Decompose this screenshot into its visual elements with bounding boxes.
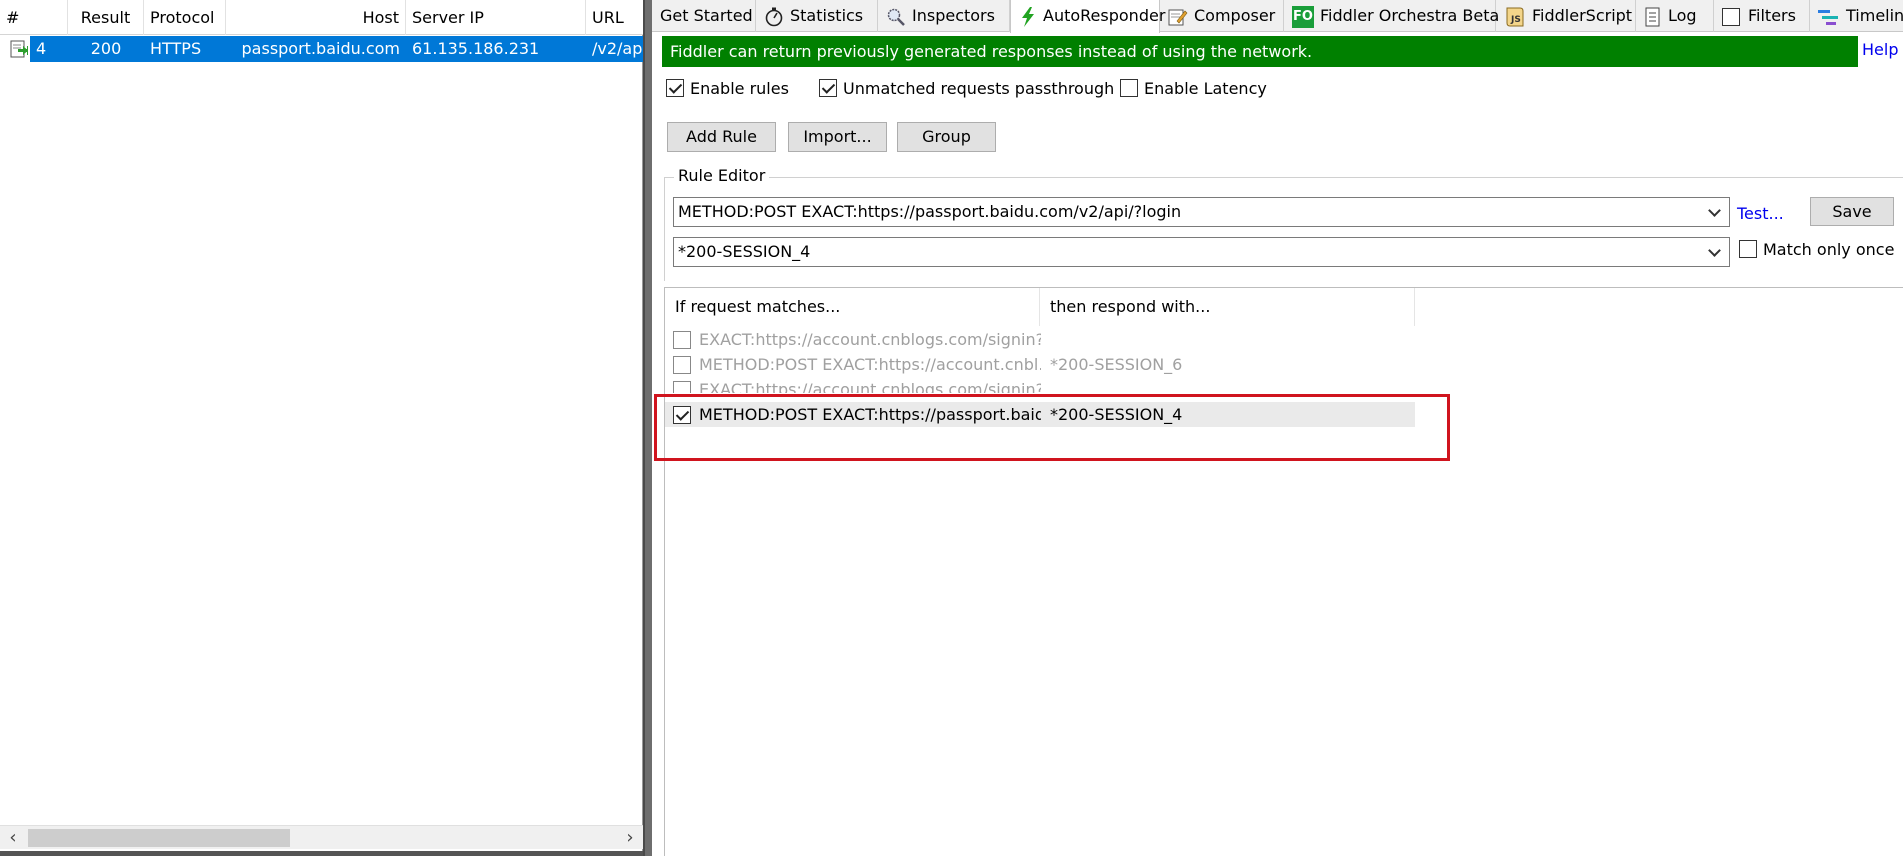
stopwatch-icon <box>765 7 783 26</box>
checkbox-checked-icon <box>666 78 684 97</box>
checkbox-checked-icon[interactable] <box>673 406 691 424</box>
enable-latency-checkbox[interactable]: Enable Latency <box>1120 78 1267 100</box>
cell-server-ip: 61.135.186.231 <box>412 39 540 58</box>
response-arrow-icon <box>10 40 28 58</box>
chevron-down-icon[interactable] <box>1707 238 1723 266</box>
tab-fiddler-orchestra[interactable]: FO Fiddler Orchestra Beta <box>1284 0 1500 32</box>
unmatched-passthrough-checkbox[interactable]: Unmatched requests passthrough <box>819 78 1114 100</box>
sessions-pane: # Result Protocol Host Server IP URL 4 2… <box>0 0 646 856</box>
respond-combobox[interactable]: *200-SESSION_4 <box>673 237 1730 267</box>
checkbox-unchecked-icon <box>1739 239 1757 258</box>
tab-label: Timeline <box>1846 6 1903 25</box>
script-icon-badge: JS <box>1511 14 1521 25</box>
cell-result: 200 <box>90 39 122 58</box>
help-link[interactable]: Help <box>1862 40 1898 59</box>
add-rule-button[interactable]: Add Rule <box>667 122 776 152</box>
checkbox-unchecked-icon <box>1120 78 1138 97</box>
checkbox-icon <box>1722 7 1740 26</box>
rules-list: If request matches... then respond with.… <box>664 287 1903 856</box>
col-header-number[interactable]: # <box>0 0 68 35</box>
checkbox-unchecked-icon[interactable] <box>673 331 691 349</box>
rule-editor-label: Rule Editor <box>674 166 770 185</box>
scrollbar-thumb[interactable] <box>28 829 290 847</box>
compose-icon <box>1168 9 1188 25</box>
tab-fiddlerscript[interactable]: JS FiddlerScript <box>1496 0 1636 32</box>
scroll-right-icon[interactable]: › <box>617 826 643 850</box>
tab-label: Log <box>1668 6 1697 25</box>
fo-icon: FO <box>1292 5 1314 28</box>
tab-timeline[interactable]: Timeline <box>1810 0 1903 32</box>
tab-label: Inspectors <box>912 6 995 25</box>
list-header-respond[interactable]: then respond with... <box>1040 288 1415 326</box>
list-header-match[interactable]: If request matches... <box>665 288 1040 326</box>
tab-label: Statistics <box>790 6 864 25</box>
rule-match: EXACT:https://account.cnblogs.com/signin… <box>699 380 1041 393</box>
rule-match: EXACT:https://account.cnblogs.com/signin… <box>699 330 1041 349</box>
save-button[interactable]: Save <box>1810 197 1894 226</box>
match-combobox[interactable]: METHOD:POST EXACT:https://passport.baidu… <box>673 197 1730 227</box>
session-row[interactable]: 4 200 HTTPS passport.baidu.com 61.135.18… <box>0 36 643 62</box>
status-divider <box>0 851 643 856</box>
col-header-protocol[interactable]: Protocol <box>144 0 226 35</box>
tab-strip: Get Started Statistics Inspectors AutoRe… <box>652 0 1903 33</box>
tab-label: FiddlerScript <box>1532 6 1633 25</box>
rule-row[interactable]: METHOD:POST EXACT:https://account.cnbl..… <box>665 352 1415 377</box>
cell-host: passport.baidu.com <box>241 39 400 58</box>
scroll-left-icon[interactable]: ‹ <box>0 826 26 850</box>
sessions-header: # Result Protocol Host Server IP URL <box>0 0 646 35</box>
match-only-once-checkbox[interactable]: Match only once <box>1739 239 1894 261</box>
col-header-host[interactable]: Host <box>226 0 406 35</box>
rule-row-selected[interactable]: METHOD:POST EXACT:https://passport.baid.… <box>665 402 1415 427</box>
tab-log[interactable]: Log <box>1636 0 1714 32</box>
script-icon: JS <box>1504 6 1526 28</box>
rule-match: METHOD:POST EXACT:https://passport.baid.… <box>699 405 1041 424</box>
cell-number: 4 <box>36 39 47 58</box>
tab-inspectors[interactable]: Inspectors <box>878 0 1010 32</box>
col-header-server-ip[interactable]: Server IP <box>406 0 586 35</box>
lightning-icon <box>1022 6 1034 27</box>
cell-protocol: HTTPS <box>150 39 202 58</box>
tab-statistics[interactable]: Statistics <box>756 0 878 32</box>
rule-row[interactable]: EXACT:https://account.cnblogs.com/signin… <box>665 327 1415 352</box>
enable-rules-checkbox[interactable]: Enable rules <box>666 78 789 100</box>
tab-get-started[interactable]: Get Started <box>652 0 756 32</box>
rule-respond: *200-SESSION_6 <box>1050 355 1183 374</box>
checkbox-label: Unmatched requests passthrough <box>843 79 1115 98</box>
tab-label: Composer <box>1194 6 1276 25</box>
import-button[interactable]: Import... <box>788 122 887 152</box>
log-icon <box>1645 7 1660 26</box>
timeline-icon <box>1818 9 1838 25</box>
rule-respond: *200-SESSION_4 <box>1050 405 1183 424</box>
checkbox-label: Enable rules <box>690 79 789 98</box>
magnifier-icon <box>887 8 905 26</box>
checkbox-label: Enable Latency <box>1144 79 1267 98</box>
rule-row[interactable]: EXACT:https://account.cnblogs.com/signin… <box>665 377 1415 393</box>
tab-label: Filters <box>1748 6 1796 25</box>
tab-filters[interactable]: Filters <box>1714 0 1810 32</box>
checkbox-unchecked-icon[interactable] <box>673 381 691 393</box>
horizontal-scrollbar[interactable]: ‹ › <box>0 825 643 849</box>
chevron-down-icon[interactable] <box>1707 198 1723 226</box>
tab-autoresponder[interactable]: AutoResponder <box>1010 0 1165 33</box>
tab-label: AutoResponder <box>1043 6 1166 25</box>
right-pane: Get Started Statistics Inspectors AutoRe… <box>652 0 1903 856</box>
col-header-url[interactable]: URL <box>586 0 646 35</box>
info-banner: Fiddler can return previously generated … <box>662 36 1858 67</box>
tab-composer[interactable]: Composer <box>1160 0 1284 32</box>
rule-match: METHOD:POST EXACT:https://account.cnbl..… <box>699 355 1041 374</box>
respond-value: *200-SESSION_4 <box>678 242 811 261</box>
pane-splitter[interactable] <box>643 0 652 856</box>
test-link[interactable]: Test... <box>1737 204 1784 223</box>
cell-url: /v2/ap <box>592 39 643 58</box>
checkbox-unchecked-icon[interactable] <box>673 356 691 374</box>
tab-label: Get Started <box>660 6 753 25</box>
match-value: METHOD:POST EXACT:https://passport.baidu… <box>678 202 1182 221</box>
checkbox-label: Match only once <box>1763 240 1895 259</box>
tab-label: Fiddler Orchestra Beta <box>1320 6 1500 25</box>
checkbox-checked-icon <box>819 78 837 97</box>
group-button[interactable]: Group <box>897 122 996 152</box>
col-header-result[interactable]: Result <box>68 0 144 35</box>
